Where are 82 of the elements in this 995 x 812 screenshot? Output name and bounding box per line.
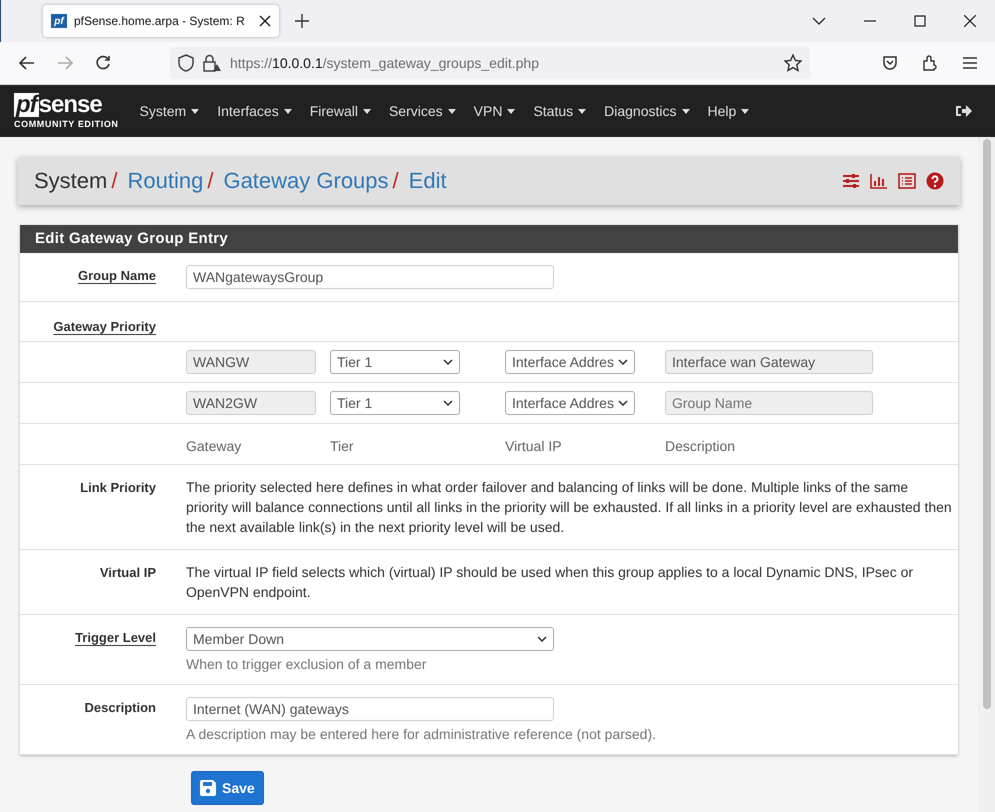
tab-title: pfSense.home.arpa - System: R [74,14,246,28]
input-field[interactable]: WANGW [186,350,316,374]
edition-text: COMMUNITY EDITION [14,119,119,129]
chevron-down-icon [443,359,453,365]
bar-chart-icon[interactable] [870,173,888,189]
field-label: Gateway Priority [53,318,156,336]
dropdown[interactable]: Interface Addres [505,391,635,415]
logo-mark: pf [14,93,39,117]
chevron-down-icon [443,400,453,406]
url-text: https://10.0.0.1/system_gateway_groups_edit.php [230,55,539,71]
menu-icon[interactable] [962,56,978,70]
breadcrumb-link[interactable]: Routing [127,168,204,194]
plus-icon[interactable] [295,14,309,28]
help-text: When to trigger exclusion of a member [186,656,428,672]
help-paragraph: The virtual IP field selects which (virtual) IP should be used when this group applies to a local Dynamic DNS, IPsec or OpenVPN endpoint. [186,563,914,602]
column-header: Gateway [186,438,242,454]
dropdown[interactable]: Tier 1 [330,391,460,415]
input-field[interactable]: Group Name [665,391,873,415]
caret-icon [448,108,456,114]
chevron-down-icon [618,359,628,365]
column-header: Tier [330,438,355,454]
field-label: Group Name [78,267,156,285]
field-label: Trigger Level [75,629,156,647]
breadcrumb-text: System [34,168,108,194]
menu-item[interactable]: Firewall [300,103,380,119]
dropdown[interactable]: Member Down [186,627,554,651]
caret-icon [682,108,690,114]
shield-icon [178,54,194,72]
address-bar[interactable]: https://10.0.0.1/system_gateway_groups_edit.php [170,47,810,79]
caret-icon [741,108,750,114]
column-header: Description [665,438,736,454]
back-icon[interactable] [19,56,35,70]
field-label: Link Priority [80,479,156,497]
menu-item[interactable]: System [130,103,208,119]
separator-slash: / [392,168,399,194]
menu-item[interactable]: VPN [464,103,524,119]
menu-item[interactable]: Help [698,103,758,119]
menu-item[interactable]: Services [380,103,465,119]
input-field[interactable]: WANgatewaysGroup [186,265,554,289]
chevron-down-icon[interactable] [812,17,826,25]
logo-text: sense [38,93,102,117]
caret-icon [507,108,516,114]
input-field[interactable]: WAN2GW [186,391,316,415]
help-text: A description may be entered here for administrative reference (not parsed). [186,726,658,742]
star-icon[interactable] [784,54,802,72]
puzzle-icon[interactable] [922,55,938,71]
logout-icon[interactable] [955,103,973,119]
close-icon[interactable] [259,15,271,27]
breadcrumb-link[interactable]: Gateway Groups [223,168,389,194]
caret-icon [578,108,586,114]
dropdown[interactable]: Interface Addres [505,350,635,374]
sliders-icon[interactable] [842,173,860,189]
chevron-down-icon [537,636,547,642]
separator-slash: / [111,168,118,194]
save-button[interactable]: Save [191,771,264,805]
separator-slash: / [207,168,214,194]
menu-item[interactable]: Diagnostics [595,103,699,119]
breadcrumb-link[interactable]: Edit [408,168,447,194]
help-icon[interactable] [926,172,944,190]
column-header: Virtual IP [505,438,563,454]
menu-item[interactable]: Status [524,103,596,119]
help-paragraph: The priority selected here defines in what order failover and balancing of links will be done. Multiple links of the same priority will balance connections until all links in the priority will be exhausted. If all links in a priority level are exhausted then the next available link(s) in the next priority level will be used. [186,478,952,537]
field-label: Description [84,699,156,717]
list-icon[interactable] [898,173,916,189]
menu-item[interactable]: Interfaces [208,103,301,119]
browser-tab[interactable]: pf pfSense.home.arpa - System: R [43,5,279,37]
lock-warning-icon [202,54,222,72]
favicon-icon: pf [51,14,67,28]
pocket-icon[interactable] [882,55,898,71]
chevron-down-icon [618,400,628,406]
close-icon[interactable] [964,15,976,27]
dropdown[interactable]: Tier 1 [330,350,460,374]
caret-icon [191,108,200,114]
input-field[interactable]: Interface wan Gateway [665,350,873,374]
reload-icon[interactable] [95,55,111,71]
field-label: Virtual IP [100,564,156,582]
maximize-icon[interactable] [914,15,926,27]
caret-icon [362,108,371,114]
input-field[interactable]: Internet (WAN) gateways [186,697,554,721]
panel-title: Edit Gateway Group Entry [20,225,958,253]
caret-icon [284,108,292,114]
scrollbar[interactable] [978,137,995,812]
